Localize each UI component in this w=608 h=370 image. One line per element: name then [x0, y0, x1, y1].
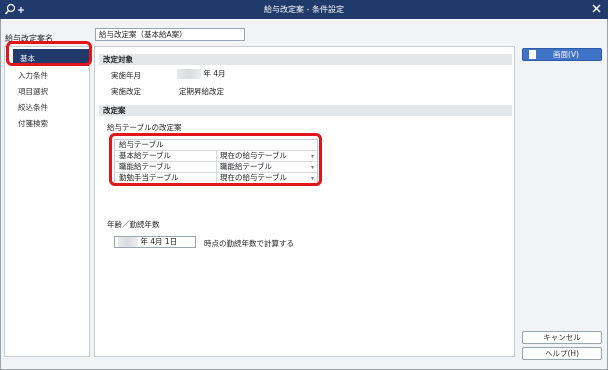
date-note: 時点の勤続年数で計算する: [204, 239, 294, 248]
target-section-header: 改定対象: [99, 54, 512, 65]
sidebar-item-input-conditions[interactable]: 入力条件: [18, 70, 48, 81]
table-title: 給与テーブル: [119, 140, 164, 149]
year-month-value: 年 4月: [177, 68, 226, 79]
age-service-label: 年齢／勤続年数: [107, 220, 160, 229]
salary-table-proposal-label: 給与テーブルの改定案: [107, 123, 182, 132]
row-select[interactable]: 職能給テーブル ▾: [216, 162, 317, 172]
proposal-section-header: 改定案: [99, 105, 512, 116]
year-month-label: 実施年月: [111, 71, 141, 80]
table-row: 勤勉手当テーブル 現在の給与テーブル ▾: [115, 173, 317, 184]
dialog-body: 給与改定案名 給与改定案（基本給A案） 基本 入力条件 項目選択 絞込条件 付箋…: [0, 19, 608, 370]
cancel-button[interactable]: キャンセル: [522, 331, 602, 344]
help-button[interactable]: ヘルプ(H): [522, 347, 602, 360]
year-month-suffix: 年 4月: [203, 69, 226, 78]
sidebar-item-sticky-search[interactable]: 付箋検索: [18, 118, 48, 129]
main-content: 改定対象 実施年月 年 4月 実施改定 定期昇給改定 改定案 給与テーブルの改定…: [94, 46, 515, 357]
row-select[interactable]: 現在の給与テーブル ▾: [216, 151, 317, 161]
plan-name-label: 給与改定案名: [5, 34, 53, 43]
row-select[interactable]: 現在の給与テーブル ▾: [216, 173, 317, 183]
salary-table-grid: 給与テーブル 基本給テーブル 現在の給与テーブル ▾ 職能給テーブル 職能給テーブ…: [114, 139, 318, 185]
close-icon[interactable]: [591, 3, 602, 14]
right-panel: 画面(V) キャンセル ヘルプ(H): [519, 46, 605, 360]
date-year-field: [118, 237, 138, 247]
chevron-down-icon[interactable]: ▾: [311, 174, 314, 184]
sidebar-item-basic[interactable]: 基本: [13, 49, 89, 66]
revision-label: 実施改定: [111, 87, 141, 96]
table-row: 職能給テーブル 職能給テーブル ▾: [115, 162, 317, 173]
plan-name-input[interactable]: 給与改定案（基本給A案）: [95, 28, 245, 41]
screen-button[interactable]: 画面(V): [522, 48, 602, 61]
year-value-field: [177, 69, 201, 79]
sidebar-item-filter-conditions[interactable]: 絞込条件: [18, 102, 48, 113]
row-name: 基本給テーブル: [119, 151, 172, 160]
table-row: 基本給テーブル 現在の給与テーブル ▾: [115, 151, 317, 162]
document-icon: [529, 50, 536, 59]
chevron-down-icon[interactable]: ▾: [311, 163, 314, 173]
chevron-down-icon[interactable]: ▾: [311, 152, 314, 162]
date-suffix: 年 4月 1日: [140, 237, 178, 246]
sidebar: 基本 入力条件 項目選択 絞込条件 付箋検索: [4, 46, 90, 357]
table-title-row: 給与テーブル: [115, 140, 317, 151]
row-name: 勤勉手当テーブル: [119, 173, 179, 182]
row-name: 職能給テーブル: [119, 162, 172, 171]
revision-value: 定期昇給改定: [179, 87, 224, 96]
window-title: 給与改定案 - 条件設定: [264, 5, 344, 14]
title-bar: 給与改定案 - 条件設定: [0, 0, 608, 19]
base-date-input[interactable]: 年 4月 1日: [114, 236, 196, 248]
sidebar-item-item-selection[interactable]: 項目選択: [18, 86, 48, 97]
